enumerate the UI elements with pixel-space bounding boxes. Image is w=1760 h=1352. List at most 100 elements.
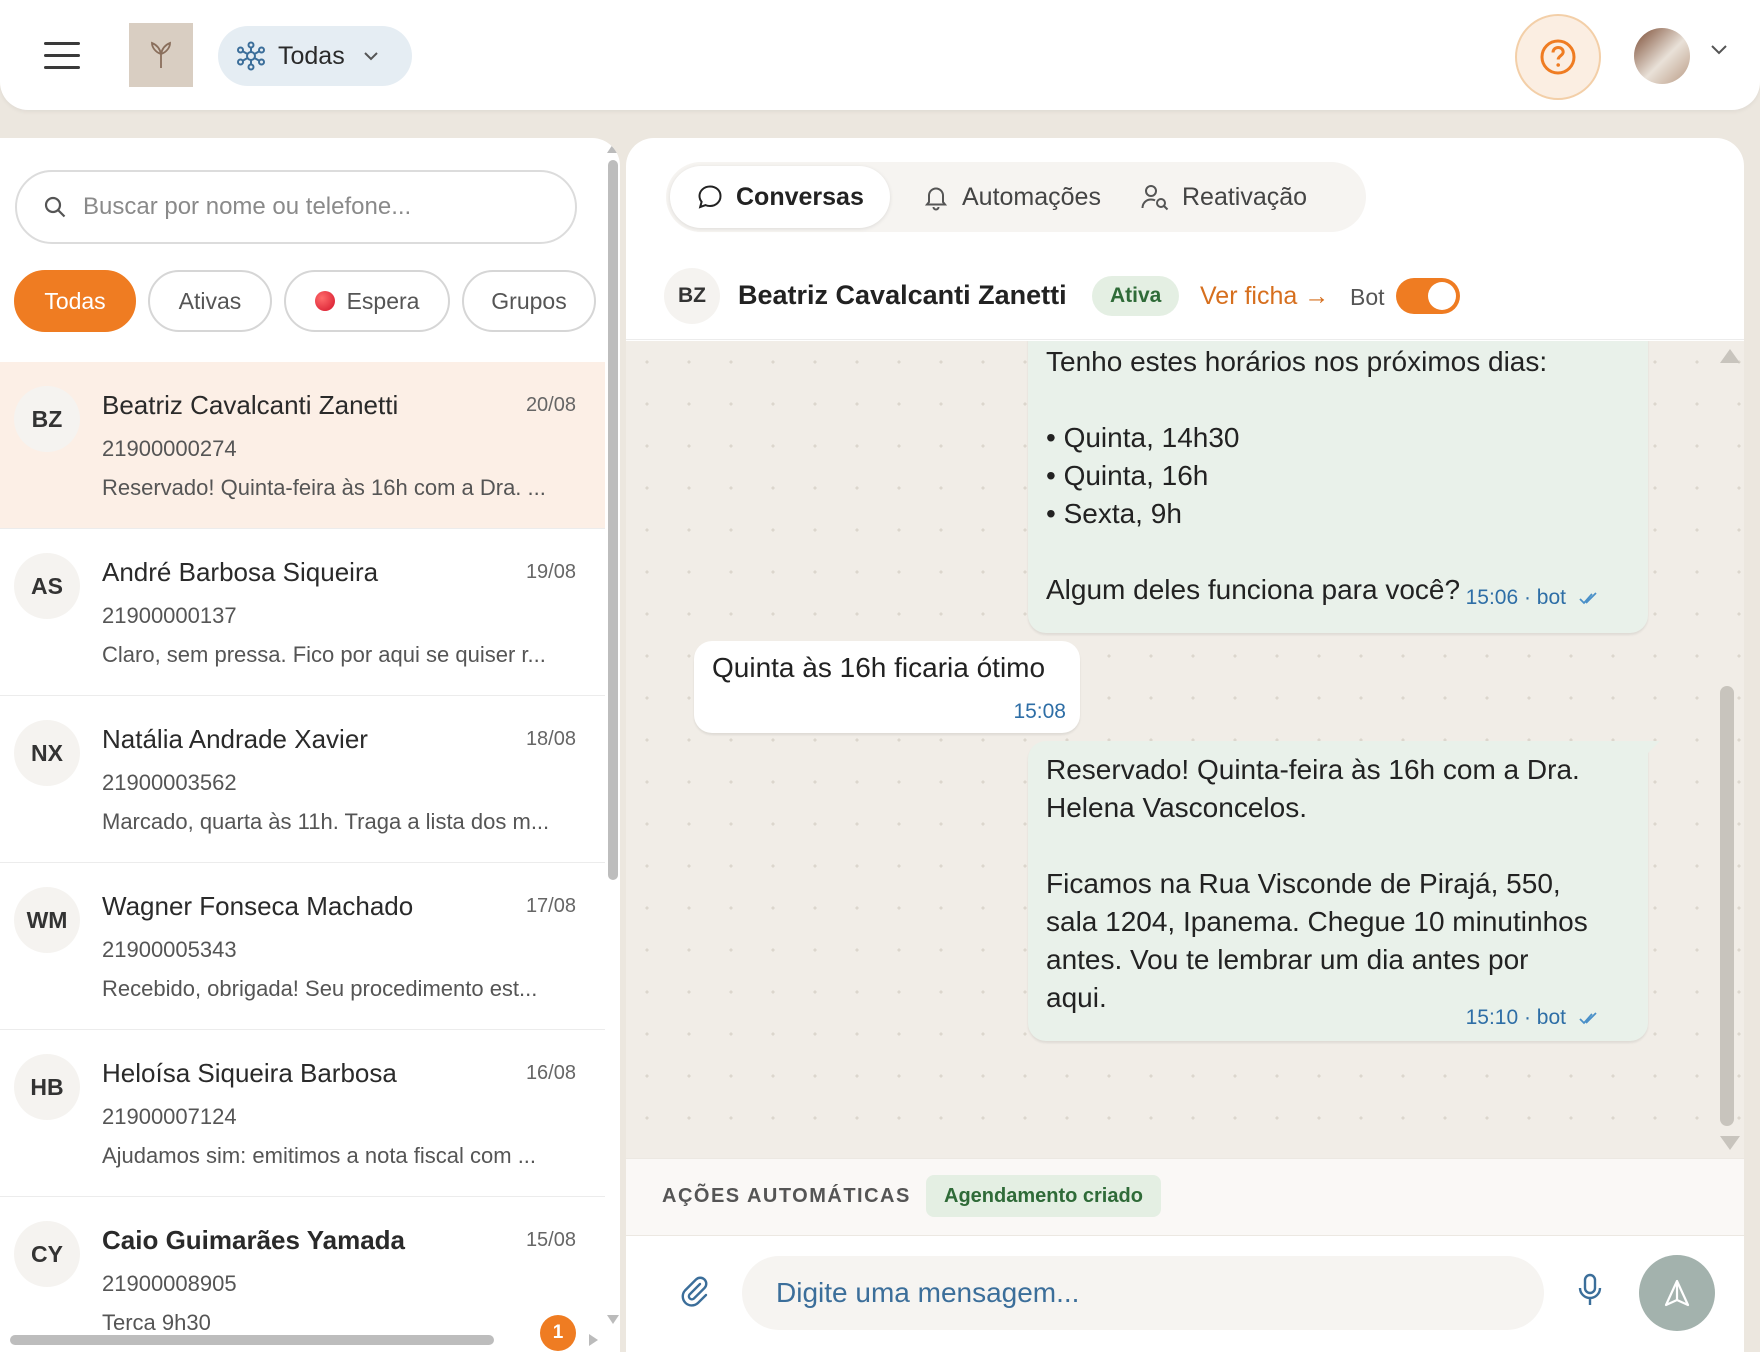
tab-label: Reativação (1182, 182, 1308, 211)
paperclip-icon[interactable] (678, 1274, 710, 1310)
contact-name: Caio Guimarães Yamada (102, 1225, 406, 1255)
filter-ativas[interactable]: Ativas (148, 270, 272, 332)
tab-label: Automações (962, 182, 1101, 211)
bubble-tail (1646, 741, 1660, 755)
filter-todas[interactable]: Todas (14, 270, 136, 332)
view-profile-link[interactable]: Ver ficha → (1200, 282, 1329, 311)
scroll-down-arrow-icon[interactable] (607, 1315, 619, 1324)
contact-phone: 21900000137 (102, 603, 237, 628)
conversation-item[interactable]: CY Caio Guimarães Yamada 15/08 219000089… (0, 1197, 605, 1352)
conversation-date: 16/08 (525, 1062, 576, 1084)
message-bubble-outgoing: Reservado! Quinta-feira às 16h com a Dra… (1028, 741, 1648, 1041)
toggle-knob (1428, 282, 1456, 310)
clinic-logo (129, 23, 193, 87)
scroll-right-arrow-icon[interactable] (589, 1334, 598, 1346)
contact-avatar: BZ (664, 268, 720, 324)
filter-label: Grupos (491, 287, 567, 314)
conversation-date: 15/08 (525, 1229, 576, 1251)
contact-name: Natália Andrade Xavier (102, 724, 368, 754)
message-preview: Claro, sem pressa. Fico por aqui se quis… (102, 642, 546, 667)
leaf-logo-icon (151, 41, 171, 68)
automatic-actions-bar: AÇÕES AUTOMÁTICAS Agendamento criado (626, 1158, 1744, 1236)
tab-label: Conversas (736, 182, 864, 211)
user-avatar[interactable] (1634, 28, 1690, 84)
contact-phone: 21900003562 (102, 770, 237, 795)
filter-espera[interactable]: Espera (284, 270, 450, 332)
filter-label: Ativas (178, 287, 242, 314)
bot-toggle[interactable] (1396, 278, 1460, 314)
conversation-list: BZ Beatriz Cavalcanti Zanetti 20/08 2190… (0, 362, 605, 1352)
message-scrollbar[interactable] (1720, 686, 1734, 1126)
search-input[interactable] (83, 193, 543, 221)
conversation-date: 17/08 (525, 895, 576, 917)
scroll-up-arrow-icon[interactable] (607, 144, 619, 153)
conversation-item[interactable]: HB Heloísa Siqueira Barbosa 16/08 219000… (0, 1030, 605, 1197)
status-badge: Ativa (1092, 276, 1180, 316)
message-area: Tenho estes horários nos próximos dias: … (626, 341, 1744, 1158)
message-composer (626, 1238, 1744, 1352)
tab-bar: Conversas Automações Reativação (666, 162, 1366, 232)
check-icon (1579, 592, 1597, 605)
unread-badge: 1 (540, 1315, 576, 1351)
message-bubble-incoming: Quinta às 16h ficaria ótimo 15:08 (694, 641, 1080, 733)
action-chip[interactable]: Agendamento criado (926, 1175, 1161, 1217)
message-time: 15:06 · bot (1465, 586, 1566, 609)
send-button[interactable] (1639, 1255, 1715, 1331)
question-circle-icon (1540, 39, 1576, 75)
unit-selector[interactable]: Todas (218, 26, 412, 86)
filter-label: Espera (346, 287, 420, 314)
search-box (15, 170, 577, 244)
microphone-icon[interactable] (1576, 1272, 1604, 1308)
scroll-down-arrow-icon[interactable] (1720, 1136, 1740, 1150)
message-text: Reservado! Quinta-feira às 16h com a Dra… (1046, 754, 1588, 1013)
message-meta: 15:08 (1013, 693, 1066, 731)
message-bubble-outgoing: Tenho estes horários nos próximos dias: … (1028, 341, 1648, 633)
message-input[interactable] (742, 1256, 1544, 1330)
contact-avatar: HB (14, 1054, 80, 1120)
conversation-item[interactable]: NX Natália Andrade Xavier 18/08 21900003… (0, 696, 605, 863)
message-preview: Ajudamos sim: emitimos a nota fiscal com… (102, 1143, 537, 1168)
check-icon (1579, 1012, 1597, 1025)
send-icon (1664, 1279, 1690, 1307)
top-bar: Todas (0, 0, 1760, 110)
message-preview: Terca 9h30 (102, 1310, 211, 1335)
scroll-up-arrow-icon[interactable] (1720, 349, 1740, 363)
red-dot-icon (314, 291, 335, 311)
help-button[interactable] (1515, 14, 1601, 100)
chat-header: BZ Beatriz Cavalcanti Zanetti Ativa Ver … (626, 256, 1744, 340)
contact-name: Beatriz Cavalcanti Zanetti (102, 390, 399, 420)
contact-name: André Barbosa Siqueira (102, 557, 379, 587)
contact-phone: 21900008905 (102, 1271, 237, 1296)
search-icon (44, 196, 66, 218)
conversation-date: 19/08 (525, 561, 576, 583)
contact-phone: 21900007124 (102, 1104, 237, 1129)
filter-label: Todas (44, 287, 106, 314)
contact-avatar: BZ (14, 386, 80, 452)
filter-grupos[interactable]: Grupos (462, 270, 596, 332)
contact-name: Beatriz Cavalcanti Zanetti (738, 280, 1067, 310)
contact-phone: 21900000274 (102, 436, 237, 461)
chevron-down-icon (364, 52, 378, 61)
message-text: Tenho estes horários nos próximos dias: … (1046, 346, 1548, 605)
bot-toggle-label: Bot (1350, 284, 1385, 310)
chevron-down-icon[interactable] (1710, 44, 1728, 56)
conversation-item[interactable]: WM Wagner Fonseca Machado 17/08 21900005… (0, 863, 605, 1030)
user-search-icon (1141, 185, 1169, 211)
automatic-actions-label: AÇÕES AUTOMÁTICAS (662, 1185, 911, 1207)
tab-automacoes[interactable]: Automações (896, 166, 1127, 228)
message-preview: Reservado! Quinta-feira às 16h com a Dra… (102, 475, 546, 500)
tab-conversas[interactable]: Conversas (670, 166, 890, 228)
sidebar-horizontal-scrollbar[interactable] (10, 1335, 494, 1345)
sidebar-vertical-scrollbar[interactable] (608, 160, 618, 880)
contact-avatar: WM (14, 887, 80, 953)
contact-name: Wagner Fonseca Machado (102, 891, 414, 921)
message-time: 15:10 · bot (1465, 1006, 1566, 1029)
conversation-item[interactable]: BZ Beatriz Cavalcanti Zanetti 20/08 2190… (0, 362, 605, 529)
network-icon (237, 41, 265, 71)
bell-icon (924, 187, 948, 211)
tab-reativacao[interactable]: Reativação (1114, 166, 1333, 228)
hamburger-menu-icon[interactable] (44, 42, 80, 70)
conversation-item[interactable]: AS André Barbosa Siqueira 19/08 21900000… (0, 529, 605, 696)
message-preview: Recebido, obrigada! Seu procedimento est… (102, 976, 538, 1001)
contact-name: Heloísa Siqueira Barbosa (102, 1058, 397, 1088)
